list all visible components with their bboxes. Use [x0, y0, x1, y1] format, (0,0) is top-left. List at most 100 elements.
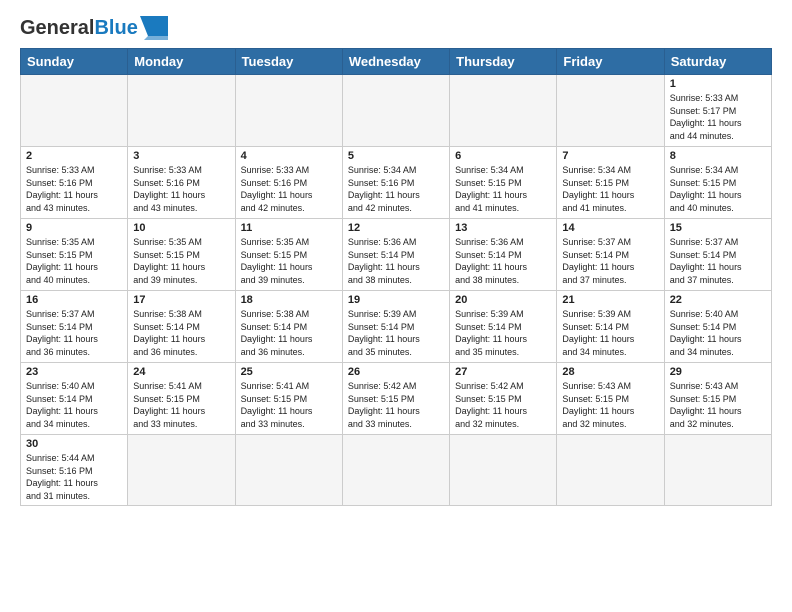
calendar-cell: 3Sunrise: 5:33 AM Sunset: 5:16 PM Daylig…: [128, 147, 235, 219]
weekday-header-friday: Friday: [557, 49, 664, 75]
day-info: Sunrise: 5:38 AM Sunset: 5:14 PM Dayligh…: [241, 308, 337, 358]
day-number: 1: [670, 78, 766, 90]
day-number: 6: [455, 150, 551, 162]
calendar-week-6: 30 Sunrise: 5:44 AM Sunset: 5:16 PM Dayli…: [21, 435, 772, 506]
calendar-cell: 26 Sunrise: 5:42 AM Sunset: 5:15 PM Dayli…: [342, 363, 449, 435]
day-number: 26: [348, 366, 444, 378]
calendar-week-5: 23 Sunrise: 5:40 AM Sunset: 5:14 PM Dayli…: [21, 363, 772, 435]
day-number: 16: [26, 294, 122, 306]
day-number: 24: [133, 366, 229, 378]
calendar-cell: 23 Sunrise: 5:40 AM Sunset: 5:14 PM Dayli…: [21, 363, 128, 435]
calendar-week-3: 9 Sunrise: 5:35 AM Sunset: 5:15 PM Daylig…: [21, 219, 772, 291]
day-info: Sunrise: 5:37 AM Sunset: 5:14 PM Dayligh…: [562, 236, 658, 286]
day-info: Sunrise: 5:34 AM Sunset: 5:15 PM Dayligh…: [455, 164, 551, 214]
day-number: 30: [26, 438, 122, 450]
day-number: 7: [562, 150, 658, 162]
calendar-cell: 25 Sunrise: 5:41 AM Sunset: 5:15 PM Dayli…: [235, 363, 342, 435]
weekday-header-thursday: Thursday: [450, 49, 557, 75]
weekday-header-row: SundayMondayTuesdayWednesdayThursdayFrid…: [21, 49, 772, 75]
calendar-week-4: 16 Sunrise: 5:37 AM Sunset: 5:14 PM Dayli…: [21, 291, 772, 363]
calendar-cell: 30 Sunrise: 5:44 AM Sunset: 5:16 PM Dayli…: [21, 435, 128, 506]
calendar-cell: [342, 435, 449, 506]
weekday-header-saturday: Saturday: [664, 49, 771, 75]
day-info: Sunrise: 5:35 AM Sunset: 5:15 PM Dayligh…: [133, 236, 229, 286]
calendar-cell: 8 Sunrise: 5:34 AM Sunset: 5:15 PM Daylig…: [664, 147, 771, 219]
day-info: Sunrise: 5:37 AM Sunset: 5:14 PM Dayligh…: [26, 308, 122, 358]
header: General Blue: [20, 16, 772, 40]
day-info: Sunrise: 5:34 AM Sunset: 5:15 PM Dayligh…: [670, 164, 766, 214]
day-number: 19: [348, 294, 444, 306]
calendar-cell: 16 Sunrise: 5:37 AM Sunset: 5:14 PM Dayli…: [21, 291, 128, 363]
day-number: 8: [670, 150, 766, 162]
day-number: 10: [133, 222, 229, 234]
day-number: 12: [348, 222, 444, 234]
day-number: 11: [241, 222, 337, 234]
calendar-cell: [342, 75, 449, 147]
day-info: Sunrise: 5:40 AM Sunset: 5:14 PM Dayligh…: [670, 308, 766, 358]
day-info: Sunrise: 5:39 AM Sunset: 5:14 PM Dayligh…: [455, 308, 551, 358]
day-info: Sunrise: 5:33 AM Sunset: 5:16 PM Dayligh…: [133, 164, 229, 214]
calendar-cell: [450, 75, 557, 147]
day-info: Sunrise: 5:34 AM Sunset: 5:15 PM Dayligh…: [562, 164, 658, 214]
calendar-cell: [664, 435, 771, 506]
day-number: 4: [241, 150, 337, 162]
day-info: Sunrise: 5:44 AM Sunset: 5:16 PM Dayligh…: [26, 452, 122, 502]
calendar-week-1: 1 Sunrise: 5:33 AM Sunset: 5:17 PM Daylig…: [21, 75, 772, 147]
weekday-header-tuesday: Tuesday: [235, 49, 342, 75]
day-number: 18: [241, 294, 337, 306]
day-info: Sunrise: 5:42 AM Sunset: 5:15 PM Dayligh…: [348, 380, 444, 430]
calendar-cell: [557, 75, 664, 147]
day-number: 13: [455, 222, 551, 234]
day-number: 29: [670, 366, 766, 378]
calendar-table: SundayMondayTuesdayWednesdayThursdayFrid…: [20, 48, 772, 506]
calendar-cell: 4 Sunrise: 5:33 AM Sunset: 5:16 PM Daylig…: [235, 147, 342, 219]
logo-general: General: [20, 17, 94, 40]
day-number: 28: [562, 366, 658, 378]
day-number: 22: [670, 294, 766, 306]
calendar-cell: 15 Sunrise: 5:37 AM Sunset: 5:14 PM Dayli…: [664, 219, 771, 291]
day-number: 23: [26, 366, 122, 378]
logo: General Blue: [20, 16, 170, 40]
day-info: Sunrise: 5:33 AM Sunset: 5:17 PM Dayligh…: [670, 92, 766, 142]
day-info: Sunrise: 5:36 AM Sunset: 5:14 PM Dayligh…: [348, 236, 444, 286]
day-info: Sunrise: 5:43 AM Sunset: 5:15 PM Dayligh…: [670, 380, 766, 430]
day-info: Sunrise: 5:38 AM Sunset: 5:14 PM Dayligh…: [133, 308, 229, 358]
day-info: Sunrise: 5:36 AM Sunset: 5:14 PM Dayligh…: [455, 236, 551, 286]
weekday-header-wednesday: Wednesday: [342, 49, 449, 75]
calendar-cell: 24Sunrise: 5:41 AM Sunset: 5:15 PM Dayli…: [128, 363, 235, 435]
day-info: Sunrise: 5:33 AM Sunset: 5:16 PM Dayligh…: [241, 164, 337, 214]
day-info: Sunrise: 5:42 AM Sunset: 5:15 PM Dayligh…: [455, 380, 551, 430]
day-info: Sunrise: 5:43 AM Sunset: 5:15 PM Dayligh…: [562, 380, 658, 430]
day-info: Sunrise: 5:33 AM Sunset: 5:16 PM Dayligh…: [26, 164, 122, 214]
day-info: Sunrise: 5:37 AM Sunset: 5:14 PM Dayligh…: [670, 236, 766, 286]
weekday-header-sunday: Sunday: [21, 49, 128, 75]
day-info: Sunrise: 5:40 AM Sunset: 5:14 PM Dayligh…: [26, 380, 122, 430]
calendar-cell: 5Sunrise: 5:34 AM Sunset: 5:16 PM Daylig…: [342, 147, 449, 219]
calendar-cell: [557, 435, 664, 506]
calendar-cell: 27Sunrise: 5:42 AM Sunset: 5:15 PM Dayli…: [450, 363, 557, 435]
day-number: 15: [670, 222, 766, 234]
day-info: Sunrise: 5:39 AM Sunset: 5:14 PM Dayligh…: [348, 308, 444, 358]
day-info: Sunrise: 5:41 AM Sunset: 5:15 PM Dayligh…: [241, 380, 337, 430]
day-number: 17: [133, 294, 229, 306]
calendar-cell: [128, 75, 235, 147]
logo-blue-text: Blue: [94, 17, 137, 40]
calendar-cell: 2Sunrise: 5:33 AM Sunset: 5:16 PM Daylig…: [21, 147, 128, 219]
calendar-cell: 1 Sunrise: 5:33 AM Sunset: 5:17 PM Daylig…: [664, 75, 771, 147]
calendar-cell: 19 Sunrise: 5:39 AM Sunset: 5:14 PM Dayli…: [342, 291, 449, 363]
calendar-week-2: 2Sunrise: 5:33 AM Sunset: 5:16 PM Daylig…: [21, 147, 772, 219]
day-info: Sunrise: 5:39 AM Sunset: 5:14 PM Dayligh…: [562, 308, 658, 358]
day-number: 9: [26, 222, 122, 234]
calendar-cell: 12 Sunrise: 5:36 AM Sunset: 5:14 PM Dayli…: [342, 219, 449, 291]
calendar-cell: 10 Sunrise: 5:35 AM Sunset: 5:15 PM Dayli…: [128, 219, 235, 291]
calendar-cell: 13 Sunrise: 5:36 AM Sunset: 5:14 PM Dayli…: [450, 219, 557, 291]
day-number: 25: [241, 366, 337, 378]
calendar-cell: 9Sunrise: 5:35 AM Sunset: 5:15 PM Daylig…: [21, 219, 128, 291]
weekday-header-monday: Monday: [128, 49, 235, 75]
calendar-cell: [450, 435, 557, 506]
calendar-cell: 14Sunrise: 5:37 AM Sunset: 5:14 PM Dayli…: [557, 219, 664, 291]
calendar-cell: [235, 435, 342, 506]
day-number: 20: [455, 294, 551, 306]
calendar-cell: 6 Sunrise: 5:34 AM Sunset: 5:15 PM Daylig…: [450, 147, 557, 219]
page: General Blue SundayMondayTuesdayWednesda…: [0, 0, 792, 516]
